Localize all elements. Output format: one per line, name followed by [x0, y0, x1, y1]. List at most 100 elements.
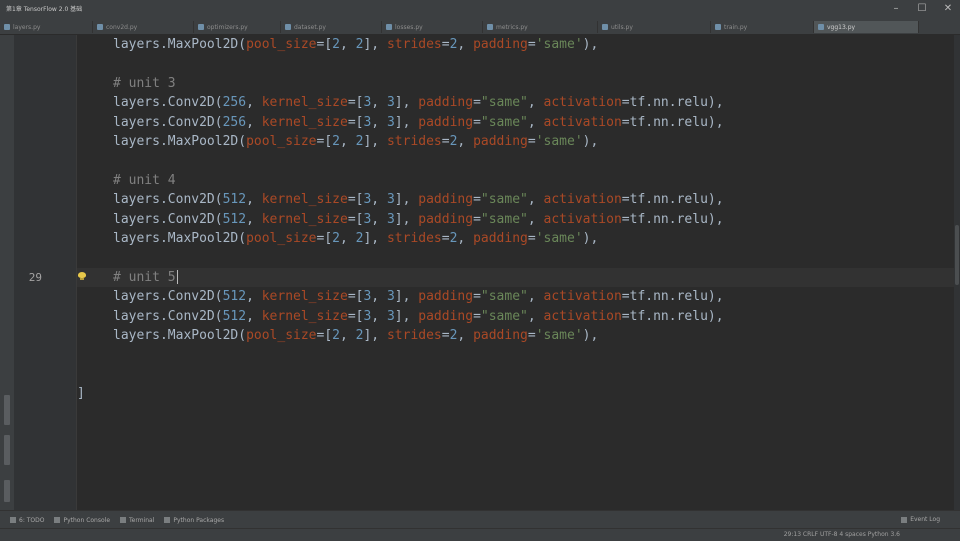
code-token: 3: [386, 289, 395, 305]
tab-conv2d-py[interactable]: conv2d.py: [93, 21, 194, 33]
project-tool-button[interactable]: [4, 395, 10, 425]
code-token: ,: [246, 308, 262, 324]
code-token: layers.Conv2D(: [113, 308, 223, 324]
maximize-button[interactable]: ☐: [914, 2, 930, 16]
code-token: ),: [582, 134, 599, 149]
python-file-icon: [487, 24, 493, 30]
code-line[interactable]: layers.MaxPool2D(pool_size=[2, 2], strid…: [113, 35, 598, 54]
tab-label: conv2d.py: [106, 23, 138, 31]
code-line[interactable]: # unit 4: [113, 171, 176, 190]
code-token: "same": [480, 211, 528, 227]
code-token: ,: [340, 231, 356, 246]
code-token: ,: [246, 192, 262, 208]
code-line[interactable]: # unit 3: [113, 74, 176, 93]
code-token: kernel_size: [261, 114, 348, 130]
tab-label: train.py: [724, 23, 748, 31]
code-line[interactable]: layers.Conv2D(256, kernel_size=[3, 3], p…: [113, 93, 724, 112]
code-token: strides: [386, 134, 442, 149]
code-line[interactable]: layers.MaxPool2D(pool_size=[2, 2], strid…: [113, 132, 598, 151]
python-file-icon: [4, 24, 10, 30]
code-line[interactable]: layers.Conv2D(512, kernel_size=[3, 3], p…: [113, 210, 724, 229]
code-token: ,: [527, 114, 544, 130]
code-line[interactable]: # unit 5: [113, 268, 178, 287]
code-token: "same": [480, 289, 528, 305]
todo-icon: [10, 517, 16, 523]
scrollbar-thumb[interactable]: [955, 225, 959, 285]
code-editor[interactable]: layers.MaxPool2D(pool_size=[2, 2], strid…: [77, 35, 954, 510]
structure-tool-button[interactable]: [4, 435, 10, 465]
code-line[interactable]: layers.Conv2D(512, kernel_size=[3, 3], p…: [113, 287, 724, 306]
code-token: layers.MaxPool2D(: [113, 231, 247, 246]
code-token: =[: [316, 134, 333, 149]
code-token: 512: [222, 192, 247, 208]
code-token: padding: [418, 95, 474, 111]
tab-metrics-py[interactable]: metrics.py: [483, 21, 598, 33]
minimize-button[interactable]: –: [888, 2, 904, 16]
code-token: activation: [543, 95, 622, 111]
code-token: 3: [386, 114, 395, 130]
favorites-tool-button[interactable]: [4, 480, 10, 502]
tab-dataset-py[interactable]: dataset.py: [281, 21, 382, 33]
code-token: activation: [543, 289, 622, 305]
code-token: ],: [363, 328, 387, 343]
text-caret: [176, 270, 178, 285]
code-token: 512: [222, 211, 247, 227]
code-token: pool_size: [246, 231, 317, 246]
line-number-gutter[interactable]: 29: [14, 35, 77, 510]
code-line[interactable]: layers.MaxPool2D(pool_size=[2, 2], strid…: [113, 229, 598, 248]
tab-label: utils.py: [611, 23, 633, 31]
code-token: 'same': [535, 328, 583, 343]
tab-utils-py[interactable]: utils.py: [598, 21, 711, 33]
tab-vgg13-py[interactable]: vgg13.py: [814, 21, 919, 33]
code-line[interactable]: layers.Conv2D(256, kernel_size=[3, 3], p…: [113, 113, 724, 132]
code-token: ,: [457, 37, 474, 52]
tab-losses-py[interactable]: losses.py: [382, 21, 483, 33]
code-line[interactable]: layers.Conv2D(512, kernel_size=[3, 3], p…: [113, 307, 724, 326]
code-token: =tf.nn.relu),: [621, 95, 724, 111]
python-file-icon: [818, 24, 824, 30]
tab-optimizers-py[interactable]: optimizers.py: [194, 21, 281, 33]
tool-window-6-todo[interactable]: 6: TODO: [10, 517, 44, 524]
python-file-icon: [285, 24, 291, 30]
code-token: =: [473, 192, 481, 208]
code-token: layers.Conv2D(: [113, 289, 223, 305]
file-tabs: layers.py conv2d.py optimizers.py dataset.p…: [0, 20, 960, 34]
event-log-button[interactable]: Event Log: [901, 516, 940, 523]
code-token: 3: [386, 211, 395, 227]
editor-scrollbar[interactable]: [954, 35, 960, 510]
code-token: =[: [347, 289, 364, 305]
code-token: =[: [347, 95, 364, 111]
code-line[interactable]: layers.MaxPool2D(pool_size=[2, 2], strid…: [113, 326, 598, 345]
code-token: ,: [340, 37, 356, 52]
code-token: 2: [332, 37, 340, 52]
tab-layers-py[interactable]: layers.py: [0, 21, 93, 33]
python-file-icon: [198, 24, 204, 30]
tool-window-python-console[interactable]: Python Console: [54, 517, 110, 524]
code-token: =: [441, 231, 450, 246]
code-token: ,: [527, 308, 544, 324]
code-token: =tf.nn.relu),: [621, 192, 724, 208]
tab-label: metrics.py: [496, 23, 528, 31]
status-bar: 29:13 CRLF UTF-8 4 spaces Python 3.6: [0, 528, 960, 541]
console-icon: [54, 517, 61, 523]
code-token: =: [441, 37, 450, 52]
tool-window-terminal[interactable]: Terminal: [120, 517, 154, 524]
code-token: layers.Conv2D(: [113, 192, 223, 208]
close-button[interactable]: ✕: [940, 2, 956, 16]
code-token: padding: [418, 289, 474, 305]
code-token: =[: [347, 308, 364, 324]
tool-window-label: Python Console: [63, 516, 111, 524]
code-token: pool_size: [246, 328, 317, 343]
code-token: ,: [246, 211, 262, 227]
editor-tab-bar: 第1章 TensorFlow 2.0 基础 – ☐ ✕ layers.py con…: [0, 0, 960, 35]
tab-train-py[interactable]: train.py: [711, 21, 814, 33]
code-token: padding: [473, 37, 528, 52]
code-token: 3: [386, 308, 395, 324]
code-token: 256: [222, 114, 247, 130]
tool-window-python-packages[interactable]: Python Packages: [164, 517, 224, 524]
code-token: =: [441, 134, 450, 149]
code-token: ,: [246, 289, 262, 305]
lightbulb-icon[interactable]: [78, 271, 86, 281]
code-token: 2: [332, 328, 340, 343]
code-line[interactable]: layers.Conv2D(512, kernel_size=[3, 3], p…: [113, 190, 724, 209]
